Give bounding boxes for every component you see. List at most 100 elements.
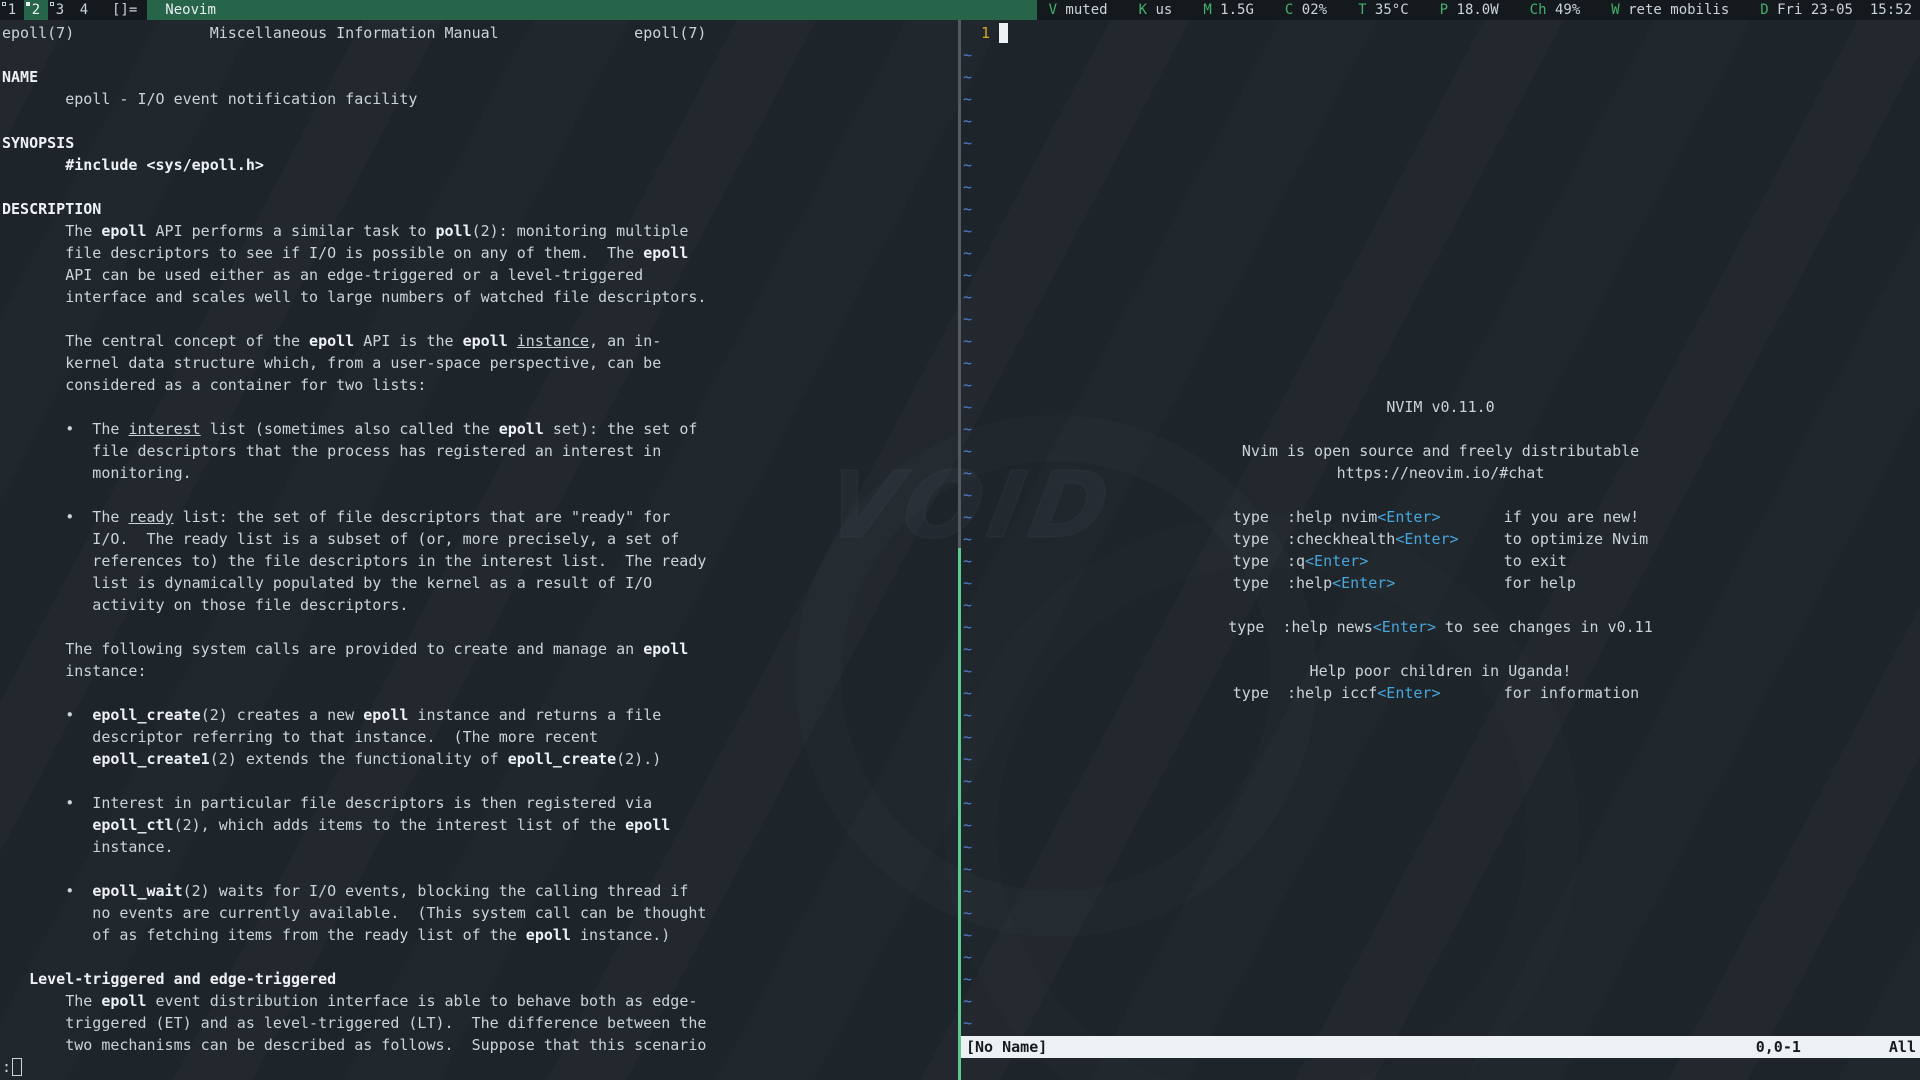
dwm-bar: 1234 []= Neovim V muted K us M 1.5G C 02% T …	[0, 0, 1920, 20]
man-line: monitoring.	[2, 462, 958, 484]
man-line: API can be used either as an edge-trigge…	[2, 264, 958, 286]
empty-square-icon	[50, 2, 54, 6]
ruler-position: 0,0-1	[1756, 1036, 1801, 1058]
status-value: 49%	[1547, 2, 1581, 18]
status-key: P	[1440, 2, 1448, 18]
man-line	[2, 858, 958, 880]
man-page-terminal[interactable]: epoll(7) Miscellaneous Information Manua…	[0, 20, 958, 1080]
tilde: ~	[963, 132, 972, 154]
nvim-intro-line: type :help<Enter> for help	[961, 572, 1920, 594]
focused-window-title: Neovim	[147, 0, 1036, 20]
tilde: ~	[963, 352, 972, 374]
status-item-p: P 18.0W	[1440, 2, 1499, 18]
status-value: 35°C	[1367, 2, 1409, 18]
tilde: ~	[963, 110, 972, 132]
man-line	[2, 308, 958, 330]
statusline-ruler: 0,0-1 All	[1756, 1036, 1916, 1058]
status-item-m: M 1.5G	[1203, 2, 1254, 18]
status-value: 1.5G	[1212, 2, 1254, 18]
tag-1[interactable]: 1	[0, 0, 24, 20]
nvim-cmdline[interactable]	[961, 1058, 1920, 1080]
nvim-intro-line: type :q<Enter> to exit	[961, 550, 1920, 572]
status-bar: V muted K us M 1.5G C 02% T 35°C P 18.0W Ch 49…	[1037, 0, 1920, 20]
man-line: Level-triggered and edge-triggered	[2, 968, 958, 990]
layout-symbol[interactable]: []=	[96, 2, 147, 18]
filled-square-icon	[26, 2, 30, 6]
man-line: epoll_ctl(2), which adds items to the in…	[2, 814, 958, 836]
tag-label: 2	[32, 2, 40, 18]
status-value: rete mobilis	[1620, 2, 1730, 18]
man-line: epoll - I/O event notification facility	[2, 88, 958, 110]
man-line	[2, 176, 958, 198]
man-line: triggered (ET) and as level-triggered (L…	[2, 1012, 958, 1034]
tilde: ~	[963, 330, 972, 352]
man-line: epoll_create1(2) extends the functionali…	[2, 748, 958, 770]
man-line: • epoll_create(2) creates a new epoll in…	[2, 704, 958, 726]
man-line: I/O. The ready list is a subset of (or, …	[2, 528, 958, 550]
window-title-text: Neovim	[165, 2, 216, 18]
empty-square-icon	[2, 2, 6, 6]
tilde: ~	[963, 880, 972, 902]
man-line: interface and scales well to large numbe…	[2, 286, 958, 308]
tilde: ~	[963, 264, 972, 286]
nvim-statusline: [No Name] 0,0-1 All	[961, 1036, 1920, 1058]
tag-2[interactable]: 2	[24, 0, 48, 20]
pager-prompt-line[interactable]: :	[2, 1056, 958, 1078]
man-page-content: epoll(7) Miscellaneous Information Manua…	[2, 22, 958, 1056]
tilde: ~	[963, 594, 972, 616]
ruler-scroll: All	[1889, 1036, 1916, 1058]
status-item-k: K us	[1139, 2, 1173, 18]
tilde: ~	[963, 198, 972, 220]
tag-label: 1	[8, 2, 16, 18]
neovim-window[interactable]: 1 ~~~~~~~~~~~~~~~~~~~~~~~~~~~~~~~~~~~~~~…	[961, 20, 1920, 1080]
man-line: The following system calls are provided …	[2, 638, 958, 660]
tilde: ~	[963, 924, 972, 946]
tilde: ~	[963, 902, 972, 924]
status-value: Fri 23-05 15:52	[1769, 2, 1912, 18]
man-line	[2, 484, 958, 506]
tilde: ~	[963, 990, 972, 1012]
status-item-c: C 02%	[1285, 2, 1327, 18]
man-line	[2, 396, 958, 418]
status-key: Ch	[1530, 2, 1547, 18]
tilde: ~	[963, 814, 972, 836]
man-line: epoll(7) Miscellaneous Information Manua…	[2, 22, 958, 44]
tag-3[interactable]: 3	[48, 0, 72, 20]
tilde: ~	[963, 44, 972, 66]
tilde: ~	[963, 308, 972, 330]
tilde: ~	[963, 374, 972, 396]
tag-4[interactable]: 4	[72, 0, 96, 20]
status-key: T	[1358, 2, 1366, 18]
nvim-intro-line: Help poor children in Uganda!	[961, 660, 1920, 682]
man-line: kernel data structure which, from a user…	[2, 352, 958, 374]
tilde: ~	[963, 286, 972, 308]
man-line: NAME	[2, 66, 958, 88]
status-item-v: V muted	[1049, 2, 1108, 18]
tilde: ~	[963, 242, 972, 264]
nvim-first-line: 1	[963, 22, 1008, 44]
man-line: considered as a container for two lists:	[2, 374, 958, 396]
status-item-t: T 35°C	[1358, 2, 1409, 18]
tilde: ~	[963, 836, 972, 858]
man-line: The epoll event distribution interface i…	[2, 990, 958, 1012]
man-line	[2, 770, 958, 792]
window-separator[interactable]	[958, 20, 961, 1080]
tilde: ~	[963, 792, 972, 814]
pager-prompt: :	[2, 1058, 11, 1076]
line-number: 1	[963, 24, 990, 42]
status-key: K	[1139, 2, 1147, 18]
tilde: ~	[963, 176, 972, 198]
nvim-cursor	[999, 23, 1008, 43]
tilde: ~	[963, 748, 972, 770]
tilde: ~	[963, 1012, 972, 1034]
status-key: D	[1760, 2, 1768, 18]
man-line	[2, 946, 958, 968]
tilde: ~	[963, 418, 972, 440]
man-line	[2, 616, 958, 638]
man-line: • Interest in particular file descriptor…	[2, 792, 958, 814]
man-line: of as fetching items from the ready list…	[2, 924, 958, 946]
man-line: SYNOPSIS	[2, 132, 958, 154]
man-line: file descriptors that the process has re…	[2, 440, 958, 462]
separator-green-segment	[958, 548, 961, 1080]
status-value: muted	[1057, 2, 1108, 18]
